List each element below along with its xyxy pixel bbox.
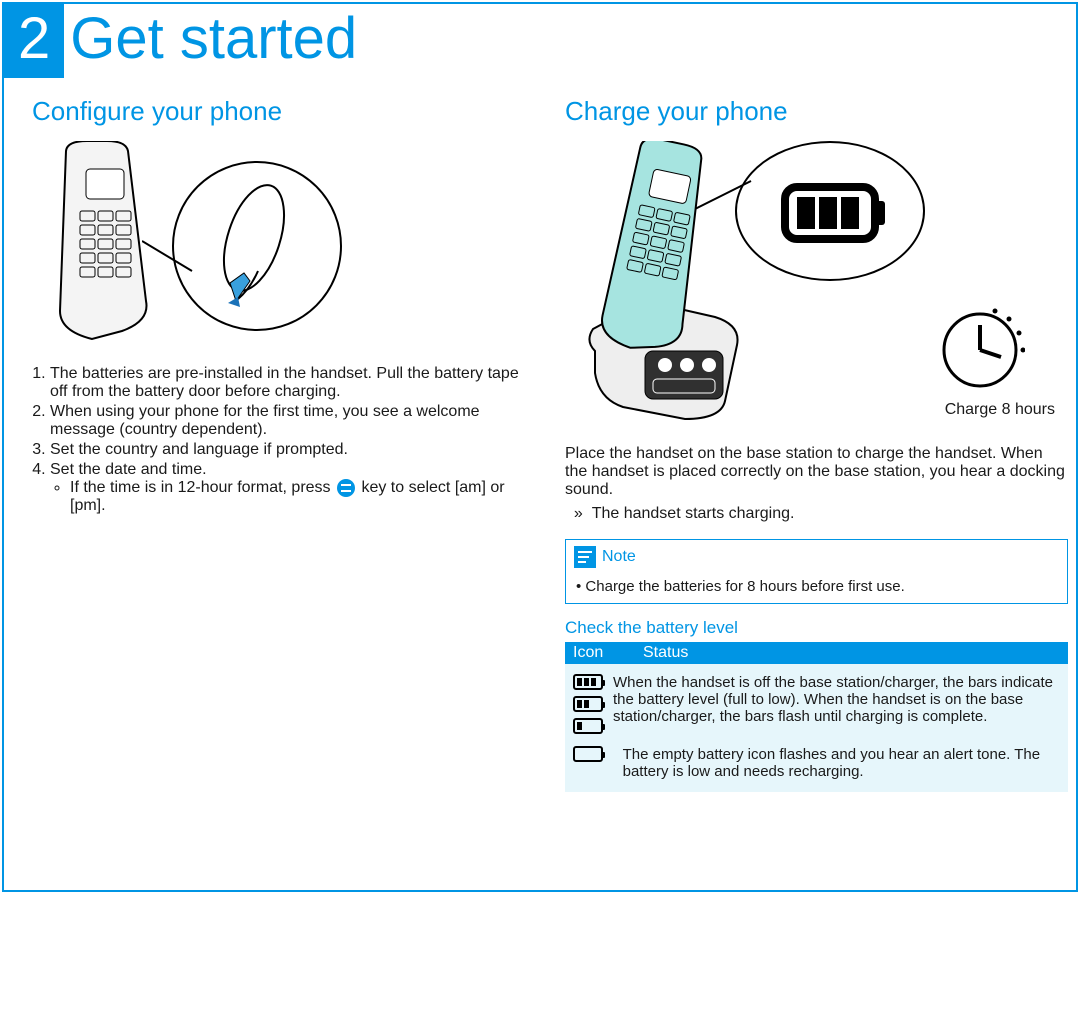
table-header-icon: Icon — [573, 644, 643, 662]
battery-table-row-2: The empty battery icon flashes and you h… — [565, 746, 1068, 792]
charge-result: » The handset starts charging. — [565, 505, 1068, 523]
battery-full-icon — [573, 674, 603, 690]
step-4: Set the date and time. If the time is in… — [50, 461, 535, 515]
page-frame: 2 Get started Configure your phone — [2, 2, 1078, 892]
chapter-number-badge: 2 — [4, 4, 64, 78]
note-body: • Charge the batteries for 8 hours befor… — [566, 574, 1067, 603]
heading-configure: Configure your phone — [32, 96, 535, 127]
battery-table-header: Icon Status — [565, 642, 1068, 664]
battery-row-1-status: When the handset is off the base station… — [613, 674, 1060, 734]
diagram-configure-phone — [32, 141, 382, 351]
step-3: Set the country and language if prompted… — [50, 441, 535, 459]
callout-connector-line-2 — [695, 175, 765, 235]
note-icon — [574, 546, 596, 568]
column-charge: Charge your phone — [565, 96, 1068, 792]
note-box: Note • Charge the batteries for 8 hours … — [565, 539, 1068, 604]
heading-battery-level: Check the battery level — [565, 618, 1068, 638]
charge-duration-label: Charge 8 hours — [945, 401, 1055, 419]
battery-table-row-1: When the handset is off the base station… — [565, 664, 1068, 746]
diagram-charge-phone: Charge 8 hours — [565, 141, 1065, 431]
step-4-substep: If the time is in 12-hour format, press … — [70, 479, 535, 515]
battery-empty-icon — [573, 746, 603, 762]
chapter-title: Get started — [64, 4, 357, 68]
column-configure: Configure your phone — [32, 96, 535, 792]
heading-charge: Charge your phone — [565, 96, 1068, 127]
table-header-status: Status — [643, 644, 688, 662]
step-2: When using your phone for the first time… — [50, 403, 535, 439]
note-label: Note — [602, 548, 636, 566]
battery-medium-icon — [573, 696, 603, 712]
chapter-header: 2 Get started — [4, 4, 1076, 78]
charge-instruction: Place the handset on the base station to… — [565, 445, 1068, 499]
step-1: The batteries are pre-installed in the h… — [50, 365, 535, 401]
up-down-key-icon — [337, 479, 355, 497]
battery-low-icon — [573, 718, 603, 734]
battery-row-2-status: The empty battery icon flashes and you h… — [623, 746, 1060, 780]
configure-steps-list: The batteries are pre-installed in the h… — [32, 365, 535, 515]
clock-icon — [935, 305, 1025, 395]
callout-connector-line — [142, 231, 202, 291]
